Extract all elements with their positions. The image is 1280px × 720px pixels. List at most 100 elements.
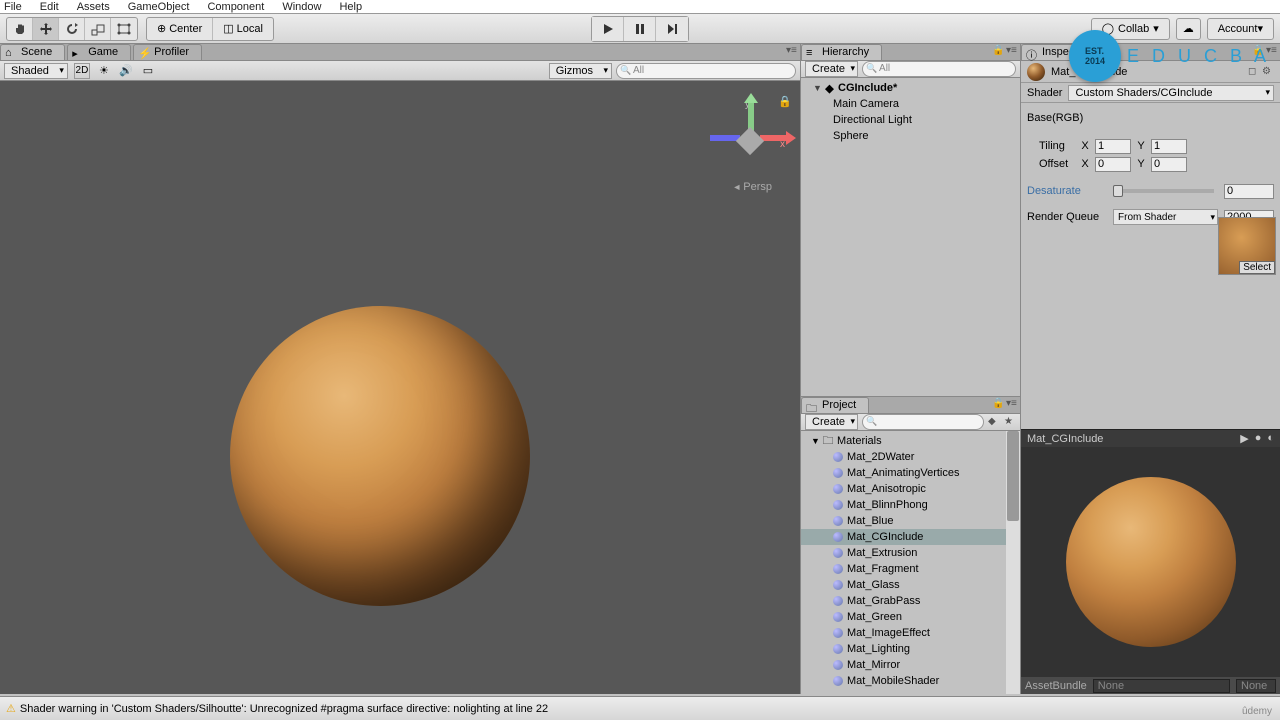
- project-folder-materials[interactable]: ▼🗀Materials: [801, 433, 1006, 449]
- sphere-object[interactable]: [230, 306, 530, 606]
- lock-icon[interactable]: 🔒: [992, 45, 1004, 57]
- material-preview-icon: [1027, 63, 1045, 81]
- panel-menu-icon[interactable]: ▾≡: [786, 45, 798, 57]
- project-item[interactable]: Mat_Extrusion: [801, 545, 1006, 561]
- menu-gameobject[interactable]: GameObject: [128, 1, 190, 13]
- transform-tools: [6, 17, 138, 41]
- render-queue-label: Render Queue: [1027, 211, 1107, 223]
- preview-light-icon[interactable]: ◐: [1267, 432, 1274, 445]
- material-icon: [831, 530, 845, 544]
- menu-file[interactable]: File: [4, 1, 22, 13]
- project-item[interactable]: Mat_GrabPass: [801, 593, 1006, 609]
- project-create-dropdown[interactable]: Create: [805, 414, 858, 430]
- fx-toggle-icon[interactable]: ▭: [140, 63, 156, 79]
- scale-tool[interactable]: [85, 18, 111, 40]
- project-item[interactable]: Mat_CGInclude: [801, 529, 1006, 545]
- tab-game[interactable]: ▸Game: [67, 44, 131, 60]
- hierarchy-scene-row[interactable]: ▼◆CGInclude*: [801, 80, 1020, 96]
- hierarchy-icon: ≡: [806, 47, 817, 58]
- profiler-icon: ⚡: [138, 47, 149, 58]
- mode-2d-toggle[interactable]: 2D: [74, 63, 90, 79]
- offset-x-input[interactable]: [1095, 157, 1131, 172]
- lighting-toggle-icon[interactable]: ☀: [96, 63, 112, 79]
- project-item[interactable]: Mat_Anisotropic: [801, 481, 1006, 497]
- scene-panel: ⌂Scene ▸Game ⚡Profiler ▾≡ Shaded 2D ☀ 🔊 …: [0, 44, 800, 694]
- menu-window[interactable]: Window: [282, 1, 321, 13]
- perspective-label[interactable]: Persp: [732, 181, 772, 193]
- project-item[interactable]: Mat_Fragment: [801, 561, 1006, 577]
- shading-mode-dropdown[interactable]: Shaded: [4, 63, 68, 79]
- gizmo-cube[interactable]: [736, 127, 764, 155]
- texture-select-button[interactable]: Select: [1239, 261, 1275, 274]
- rotate-tool[interactable]: [59, 18, 85, 40]
- offset-y-input[interactable]: [1151, 157, 1187, 172]
- pivot-center-button[interactable]: ⊕ Center: [147, 18, 213, 40]
- tiling-x-input[interactable]: [1095, 139, 1131, 154]
- material-preview-viewport[interactable]: [1021, 447, 1280, 677]
- menu-edit[interactable]: Edit: [40, 1, 59, 13]
- asset-bundle-variant-dropdown[interactable]: None: [1236, 679, 1276, 693]
- gizmos-dropdown[interactable]: Gizmos: [549, 63, 612, 79]
- gizmo-x-axis[interactable]: [760, 135, 790, 141]
- tiling-y-input[interactable]: [1151, 139, 1187, 154]
- move-tool[interactable]: [33, 18, 59, 40]
- project-panel: 🗀Project 🔒▾≡ Create ◆ ★ ▼🗀Materials Mat_…: [801, 396, 1020, 694]
- material-icon: [831, 578, 845, 592]
- scene-viewport[interactable]: y x 🔒 Persp R RRCG人人素材: [0, 81, 800, 694]
- project-item[interactable]: Mat_Green: [801, 609, 1006, 625]
- menu-assets[interactable]: Assets: [77, 1, 110, 13]
- asset-bundle-label: AssetBundle: [1025, 680, 1087, 692]
- project-item[interactable]: Mat_Blue: [801, 513, 1006, 529]
- project-search[interactable]: [862, 414, 984, 430]
- panel-menu-icon[interactable]: ▾≡: [1006, 45, 1018, 57]
- material-icon: [831, 594, 845, 608]
- slider-thumb[interactable]: [1113, 185, 1123, 197]
- menu-help[interactable]: Help: [339, 1, 362, 13]
- rect-tool[interactable]: [111, 18, 137, 40]
- project-item[interactable]: Mat_Glass: [801, 577, 1006, 593]
- audio-toggle-icon[interactable]: 🔊: [118, 63, 134, 79]
- lock-icon[interactable]: 🔒: [992, 398, 1004, 410]
- hierarchy-create-dropdown[interactable]: Create: [805, 61, 858, 77]
- desaturate-input[interactable]: [1224, 184, 1274, 199]
- tab-project[interactable]: 🗀Project: [801, 397, 869, 413]
- project-scrollbar[interactable]: [1006, 431, 1020, 694]
- hierarchy-item-light[interactable]: Directional Light: [801, 112, 1020, 128]
- tab-hierarchy[interactable]: ≡Hierarchy: [801, 44, 882, 60]
- lock-icon[interactable]: 🔒: [778, 95, 792, 108]
- step-button[interactable]: [656, 17, 688, 41]
- texture-preview[interactable]: Select: [1218, 217, 1276, 275]
- project-item[interactable]: Mat_AnimatingVertices: [801, 465, 1006, 481]
- panel-menu-icon[interactable]: ▾≡: [1006, 398, 1018, 410]
- shader-dropdown[interactable]: Custom Shaders/CGInclude: [1068, 85, 1274, 101]
- project-item[interactable]: Mat_Mirror: [801, 657, 1006, 673]
- hierarchy-item-sphere[interactable]: Sphere: [801, 128, 1020, 144]
- pivot-local-button[interactable]: ◫ Local: [213, 18, 273, 40]
- material-icon: [831, 514, 845, 528]
- scene-search[interactable]: All: [616, 63, 796, 79]
- scrollbar-thumb[interactable]: [1007, 431, 1019, 521]
- filter-icon[interactable]: ◆: [988, 416, 1000, 428]
- project-item[interactable]: Mat_BlinnPhong: [801, 497, 1006, 513]
- tab-scene[interactable]: ⌂Scene: [0, 44, 65, 60]
- status-bar[interactable]: ⚠ Shader warning in 'Custom Shaders/Silh…: [0, 696, 1280, 720]
- project-item[interactable]: Mat_Lighting: [801, 641, 1006, 657]
- save-search-icon[interactable]: ★: [1004, 416, 1016, 428]
- hand-tool[interactable]: [7, 18, 33, 40]
- render-queue-dropdown[interactable]: From Shader: [1113, 209, 1218, 225]
- material-preview-header[interactable]: Mat_CGInclude ▶ ● ◐: [1021, 429, 1280, 447]
- menu-component[interactable]: Component: [207, 1, 264, 13]
- pause-button[interactable]: [624, 17, 656, 41]
- hierarchy-item-camera[interactable]: Main Camera: [801, 96, 1020, 112]
- material-icon: [831, 498, 845, 512]
- project-item[interactable]: Mat_MobileShader: [801, 673, 1006, 689]
- preview-play-icon[interactable]: ▶: [1240, 432, 1248, 445]
- desaturate-slider[interactable]: [1113, 189, 1214, 193]
- project-item[interactable]: Mat_ImageEffect: [801, 625, 1006, 641]
- hierarchy-search[interactable]: All: [862, 61, 1016, 77]
- preview-sphere-icon[interactable]: ●: [1255, 432, 1262, 445]
- tab-profiler[interactable]: ⚡Profiler: [133, 44, 202, 60]
- asset-bundle-dropdown[interactable]: None: [1093, 679, 1230, 693]
- play-button[interactable]: [592, 17, 624, 41]
- project-item[interactable]: Mat_2DWater: [801, 449, 1006, 465]
